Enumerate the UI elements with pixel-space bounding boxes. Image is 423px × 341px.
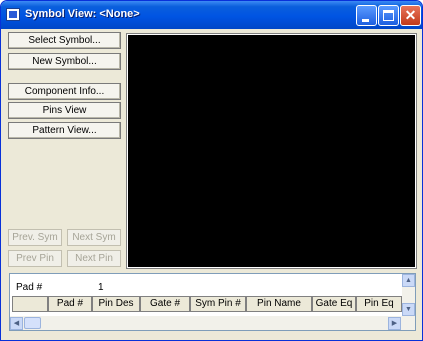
minimize-icon — [362, 19, 369, 22]
scroll-left-arrow-icon[interactable]: ◀ — [10, 317, 23, 330]
next-sym-button[interactable]: Next Sym — [67, 229, 121, 246]
maximize-icon — [383, 10, 394, 21]
vertical-scrollbar[interactable]: ▲ ▼ — [402, 274, 415, 330]
pad-number-label: Pad # — [16, 282, 43, 293]
minimize-button[interactable] — [356, 5, 377, 26]
column-header-gate-number[interactable]: Gate # — [140, 296, 190, 312]
pad-number-value: 1 — [98, 282, 104, 293]
close-button[interactable]: ✕ — [400, 5, 421, 26]
pins-grid: Pad # 1 Pad # Pin Des Gate # Sym Pin # P… — [9, 273, 416, 331]
select-symbol-button[interactable]: Select Symbol... — [8, 32, 121, 49]
column-header-pin-eq[interactable]: Pin Eq — [356, 296, 402, 312]
new-symbol-button[interactable]: New Symbol... — [8, 53, 121, 70]
prev-sym-button[interactable]: Prev. Sym — [8, 229, 62, 246]
title-bar[interactable]: Symbol View: <None> ✕ — [1, 1, 422, 29]
column-header-pin-name[interactable]: Pin Name — [246, 296, 312, 312]
column-header-pad-number[interactable]: Pad # — [48, 296, 92, 312]
column-header-gate-eq[interactable]: Gate Eq — [312, 296, 356, 312]
close-icon: ✕ — [404, 7, 417, 23]
column-header-sym-pin-number[interactable]: Sym Pin # — [190, 296, 246, 312]
next-pin-button[interactable]: Next Pin — [67, 250, 121, 267]
scroll-right-arrow-icon[interactable]: ▶ — [388, 317, 401, 330]
symbol-view-window: Symbol View: <None> ✕ Select Symbol... N… — [0, 0, 423, 341]
pins-view-button[interactable]: Pins View — [8, 102, 121, 119]
app-icon — [6, 8, 20, 21]
horizontal-scroll-thumb[interactable] — [24, 317, 41, 329]
symbol-preview-canvas[interactable] — [126, 33, 417, 269]
component-info-button[interactable]: Component Info... — [8, 83, 121, 100]
column-header-pin-des[interactable]: Pin Des — [92, 296, 140, 312]
grid-corner-header[interactable] — [12, 296, 48, 312]
scroll-up-arrow-icon[interactable]: ▲ — [402, 274, 415, 287]
horizontal-scrollbar[interactable]: ◀ ▶ — [10, 316, 402, 330]
pattern-view-button[interactable]: Pattern View... — [8, 122, 121, 139]
window-title: Symbol View: <None> — [25, 8, 140, 20]
scroll-down-arrow-icon[interactable]: ▼ — [402, 303, 415, 316]
prev-pin-button[interactable]: Prev Pin — [8, 250, 62, 267]
maximize-button[interactable] — [378, 5, 399, 26]
